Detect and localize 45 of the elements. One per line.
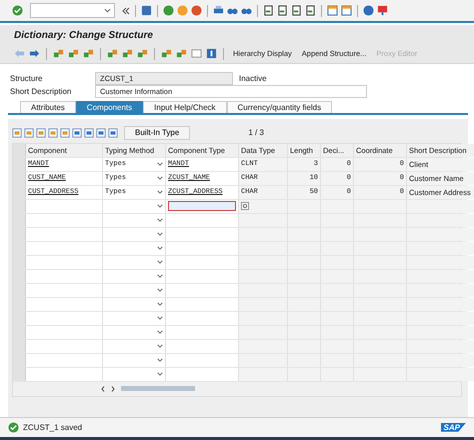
dropdown-icon[interactable] bbox=[157, 372, 163, 376]
save-icon[interactable] bbox=[141, 5, 152, 16]
row-selector[interactable] bbox=[13, 144, 26, 156]
enter-icon[interactable] bbox=[12, 5, 23, 16]
dropdown-icon[interactable] bbox=[157, 330, 163, 334]
value-help-icon[interactable] bbox=[241, 202, 249, 210]
dropdown-icon[interactable] bbox=[157, 344, 163, 348]
dropdown-icon[interactable] bbox=[157, 204, 163, 208]
double-chevron-icon[interactable] bbox=[122, 6, 130, 15]
dropdown-icon[interactable] bbox=[157, 162, 163, 166]
dropdown-icon[interactable] bbox=[157, 218, 163, 222]
tab[interactable]: Attributes bbox=[20, 100, 76, 112]
arrow-left-icon[interactable] bbox=[14, 48, 25, 60]
dropdown-icon[interactable] bbox=[157, 288, 163, 292]
tab[interactable]: Components bbox=[76, 100, 144, 112]
scrollbar[interactable] bbox=[121, 386, 195, 391]
field-label: Short Description bbox=[9, 86, 72, 96]
command-field[interactable] bbox=[30, 3, 115, 18]
dropdown-icon[interactable] bbox=[157, 190, 163, 194]
dropdown-icon[interactable] bbox=[104, 8, 111, 14]
dropdown-icon[interactable] bbox=[157, 316, 163, 320]
status-message: ZCUST_1 saved bbox=[23, 422, 82, 432]
logo: SAP bbox=[440, 422, 466, 432]
dropdown-icon[interactable] bbox=[157, 358, 163, 362]
dropdown-icon[interactable] bbox=[157, 246, 163, 250]
row-selector[interactable] bbox=[13, 368, 26, 380]
dropdown-icon[interactable] bbox=[157, 274, 163, 278]
success-icon bbox=[8, 422, 19, 433]
screen-title: Dictionary: Change Structure bbox=[14, 30, 153, 41]
dropdown-icon[interactable] bbox=[157, 232, 163, 236]
field-label: Structure bbox=[9, 74, 44, 82]
dropdown-icon[interactable] bbox=[157, 302, 163, 306]
dropdown-icon[interactable] bbox=[157, 260, 163, 264]
built-in-type-button[interactable]: Built-In Type bbox=[124, 126, 190, 140]
status-text: Inactive bbox=[239, 74, 267, 82]
page-indicator: 1 / 3 bbox=[248, 128, 264, 137]
tab[interactable]: Input Help/Check bbox=[143, 100, 227, 112]
arrow-right-icon[interactable] bbox=[29, 48, 40, 60]
input-field[interactable] bbox=[168, 201, 236, 211]
scroll-left-icon[interactable] bbox=[101, 386, 105, 392]
scroll-right-icon[interactable] bbox=[111, 386, 115, 392]
dropdown-icon[interactable] bbox=[157, 176, 163, 180]
frame-icon[interactable] bbox=[191, 48, 202, 60]
info-icon[interactable] bbox=[206, 48, 217, 60]
tab[interactable]: Currency/quantity fields bbox=[226, 100, 332, 112]
